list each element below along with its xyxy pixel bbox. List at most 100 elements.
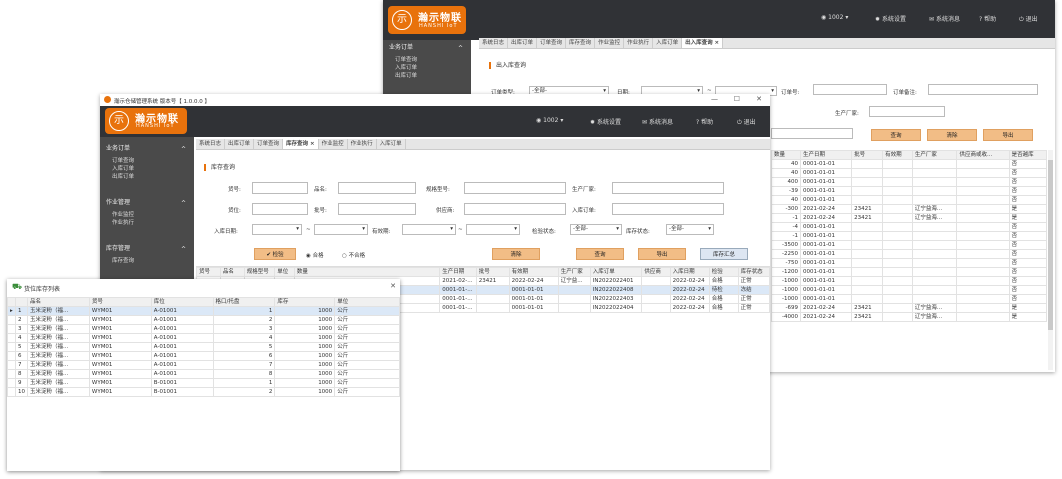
table-row[interactable]: ▸ 1 玉米淀粉（福... WYM01 A-01001 1 1000 公斤 bbox=[7, 306, 400, 316]
check-status-select[interactable]: -全部- ▾ bbox=[570, 224, 622, 235]
column-header[interactable]: 单位 bbox=[274, 267, 295, 277]
tab-inout-query[interactable]: 出入库查询 × bbox=[682, 38, 724, 48]
tab-stock-query[interactable]: 库存查询 × bbox=[283, 139, 319, 149]
column-header[interactable]: 货号 bbox=[196, 267, 221, 277]
logout-button[interactable]: ⏻ 退出 bbox=[1019, 14, 1038, 24]
table-row[interactable]: -4000 2021-02-24 23421 辽宁益海... 是 bbox=[771, 312, 1048, 322]
column-header[interactable]: 库位 bbox=[150, 297, 214, 307]
table-row[interactable]: -1000 0001-01-01 否 bbox=[771, 285, 1048, 295]
settings-button[interactable]: ✹ 系统设置 bbox=[590, 117, 621, 126]
sidebar-item-job-exec[interactable]: 作业执行 bbox=[100, 219, 194, 227]
sidebar-item-inbound-order[interactable]: 入库订单 bbox=[383, 64, 471, 72]
goods-no-input[interactable] bbox=[252, 182, 308, 194]
column-header[interactable] bbox=[14, 297, 28, 307]
query-button[interactable]: 查询 bbox=[576, 248, 624, 260]
column-header[interactable]: 供应商 bbox=[641, 267, 671, 277]
batch-input[interactable] bbox=[338, 203, 416, 215]
column-header[interactable]: 有效期 bbox=[882, 150, 913, 160]
column-header[interactable]: 生产日期 bbox=[439, 267, 477, 277]
close-icon[interactable]: ✕ bbox=[390, 282, 396, 290]
table-row[interactable]: -1000 0001-01-01 否 bbox=[771, 294, 1048, 304]
table-row[interactable]: 10 玉米淀粉（福... WYM01 B-01001 2 1000 公斤 bbox=[7, 387, 400, 397]
query-button[interactable]: 查询 bbox=[871, 129, 921, 141]
user-menu[interactable]: ◉ 1002 ▾ bbox=[821, 14, 848, 21]
mfr-input[interactable] bbox=[612, 182, 724, 194]
column-header[interactable]: 批号 bbox=[851, 150, 884, 160]
table-row[interactable]: 40 0001-01-01 否 bbox=[771, 168, 1048, 178]
column-header[interactable]: 入库日期 bbox=[669, 267, 710, 277]
supplier-input[interactable] bbox=[464, 203, 566, 215]
logout-button[interactable]: ⏻ 退出 bbox=[737, 117, 756, 127]
column-header[interactable] bbox=[7, 297, 16, 307]
help-button[interactable]: ? 帮助 bbox=[696, 117, 713, 126]
tab-outbound-order[interactable]: 出库订单 bbox=[225, 139, 255, 149]
order-no-input[interactable] bbox=[813, 84, 887, 95]
expiry-end[interactable]: ▾ bbox=[466, 224, 520, 235]
sidebar-item-inbound-order[interactable]: 入库订单 bbox=[100, 165, 194, 173]
table-row[interactable]: -3500 0001-01-01 否 bbox=[771, 240, 1048, 250]
help-button[interactable]: ? 帮助 bbox=[979, 14, 996, 23]
sidebar-group-jobs[interactable]: 作业管理 bbox=[100, 195, 194, 212]
settings-button[interactable]: ✹ 系统设置 bbox=[875, 14, 906, 23]
tab-order-query[interactable]: 订单查询 bbox=[537, 38, 567, 48]
export-button[interactable]: 导出 bbox=[983, 129, 1033, 141]
tab-order-query[interactable]: 订单查询 bbox=[254, 139, 284, 149]
column-header[interactable]: 生产日期 bbox=[799, 150, 853, 160]
table-row[interactable]: -1000 0001-01-01 否 bbox=[771, 276, 1048, 286]
tab-inbound-order[interactable]: 入库订单 bbox=[653, 38, 683, 48]
table-row[interactable]: 3 玉米淀粉（福... WYM01 A-01001 3 1000 公斤 bbox=[7, 324, 400, 334]
table-row[interactable]: -1 0001-01-01 否 bbox=[771, 231, 1048, 241]
column-header[interactable]: 货号 bbox=[88, 297, 152, 307]
table-row[interactable]: 6 玉米淀粉（福... WYM01 A-01001 6 1000 公斤 bbox=[7, 351, 400, 361]
sidebar-item-outbound-order[interactable]: 出库订单 bbox=[100, 173, 194, 181]
tab-close-icon[interactable]: × bbox=[310, 141, 315, 147]
order-remark-input[interactable] bbox=[928, 84, 1038, 95]
table-row[interactable]: -1 2021-02-24 23421 辽宁益海... 是 bbox=[771, 213, 1048, 223]
column-header[interactable]: 生产厂家 bbox=[557, 267, 591, 277]
table-row[interactable]: -1200 0001-01-01 否 bbox=[771, 267, 1048, 277]
tab-system-log[interactable]: 系统日志 bbox=[479, 38, 509, 48]
tab-job-exec[interactable]: 作业执行 bbox=[348, 139, 377, 149]
table-row[interactable]: 7 玉米淀粉（福... WYM01 A-01001 7 1000 公斤 bbox=[7, 360, 400, 370]
column-header[interactable]: 生产厂家 bbox=[911, 150, 958, 160]
table-row[interactable]: 40 0001-01-01 否 bbox=[771, 159, 1048, 169]
tab-close-icon[interactable]: × bbox=[715, 40, 720, 46]
scrollbar-thumb[interactable] bbox=[1048, 160, 1053, 330]
stock-summary-button[interactable]: 库存汇总 bbox=[700, 248, 748, 260]
table-row[interactable]: 8 玉米淀粉（福... WYM01 A-01001 8 1000 公斤 bbox=[7, 369, 400, 379]
sidebar-group-orders[interactable]: 业务订单 bbox=[383, 40, 471, 57]
clear-button[interactable]: 清除 bbox=[927, 129, 977, 141]
expiry-start[interactable]: ▾ bbox=[402, 224, 456, 235]
column-header[interactable]: 单位 bbox=[334, 297, 400, 307]
messages-button[interactable]: ✉ 系统消息 bbox=[929, 14, 960, 23]
tab-job-monitor[interactable]: 作业监控 bbox=[595, 38, 625, 48]
spec-input[interactable] bbox=[464, 182, 566, 194]
messages-button[interactable]: ✉ 系统消息 bbox=[642, 117, 673, 126]
name-input[interactable] bbox=[338, 182, 416, 194]
check-button[interactable]: ✔ 检验 bbox=[254, 248, 296, 260]
column-header[interactable]: 数量 bbox=[293, 267, 441, 277]
extra-input[interactable] bbox=[771, 128, 853, 139]
tab-job-exec[interactable]: 作业执行 bbox=[624, 38, 654, 48]
table-row[interactable]: 400 0001-01-01 否 bbox=[771, 177, 1048, 187]
location-input[interactable] bbox=[252, 203, 308, 215]
column-header[interactable]: 入库订单 bbox=[589, 267, 643, 277]
sidebar-item-job-monitor[interactable]: 作业监控 bbox=[100, 211, 194, 219]
column-header[interactable]: 库存状态 bbox=[737, 267, 770, 277]
table-row[interactable]: -2250 0001-01-01 否 bbox=[771, 249, 1048, 259]
scrollbar[interactable] bbox=[1048, 150, 1053, 370]
column-header[interactable]: 规格型号 bbox=[243, 267, 276, 277]
inbound-input[interactable] bbox=[612, 203, 724, 215]
column-header[interactable]: 是否越库 bbox=[1008, 150, 1048, 160]
column-header[interactable]: 批号 bbox=[475, 267, 510, 277]
column-header[interactable]: 有效期 bbox=[508, 267, 559, 277]
column-header[interactable]: 检验 bbox=[708, 267, 739, 277]
stock-status-select[interactable]: -全部- ▾ bbox=[666, 224, 714, 235]
inbound-date-start[interactable]: ▾ bbox=[252, 224, 302, 235]
sidebar-item-stock-query[interactable]: 库存查询 bbox=[100, 257, 194, 265]
column-header[interactable]: 供应商或收... bbox=[956, 150, 1010, 160]
minimize-icon[interactable]: — bbox=[711, 95, 718, 103]
tab-inbound-order[interactable]: 入库订单 bbox=[377, 139, 406, 149]
export-button[interactable]: 导出 bbox=[638, 248, 686, 260]
table-row[interactable]: 40 0001-01-01 否 bbox=[771, 195, 1048, 205]
